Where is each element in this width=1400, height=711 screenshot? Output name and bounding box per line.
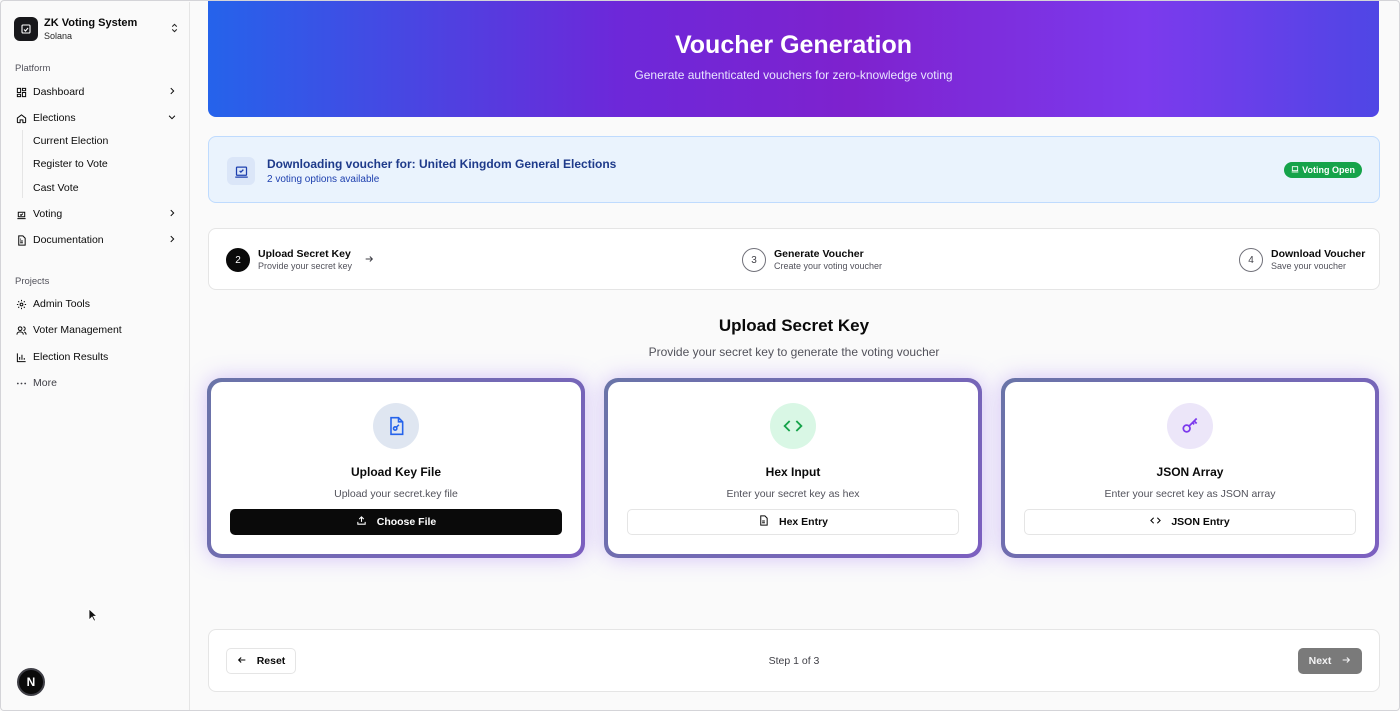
step-generate-voucher: 3 Generate Voucher Create your voting vo… bbox=[742, 248, 882, 272]
option-subtitle: Enter your secret key as hex bbox=[726, 488, 860, 500]
hex-entry-button[interactable]: Hex Entry bbox=[627, 509, 959, 535]
sidebar-item-label: Election Results bbox=[33, 351, 109, 363]
file-key-icon bbox=[373, 403, 419, 449]
page-title: Voucher Generation bbox=[674, 31, 913, 59]
document-icon bbox=[15, 234, 27, 246]
brand-subtitle: Solana bbox=[44, 30, 73, 41]
sidebar-item-documentation[interactable]: Documentation bbox=[15, 230, 179, 250]
sidebar-item-label: Voting bbox=[33, 208, 63, 220]
button-label: JSON Entry bbox=[1171, 516, 1230, 528]
button-label: Next bbox=[1308, 655, 1332, 667]
option-subtitle: Upload your secret.key file bbox=[334, 488, 458, 500]
step-number: 4 bbox=[1239, 248, 1263, 272]
step-title: Upload Secret Key bbox=[258, 248, 351, 260]
option-card-hex-input[interactable]: Hex Input Enter your secret key as hex H… bbox=[604, 378, 982, 558]
home-icon bbox=[15, 112, 27, 124]
upload-icon bbox=[356, 515, 367, 529]
vote-icon bbox=[15, 208, 27, 220]
arrow-right-icon bbox=[364, 251, 374, 269]
sidebar-item-voting[interactable]: Voting bbox=[15, 204, 179, 224]
key-icon bbox=[1167, 403, 1213, 449]
election-title: Downloading voucher for: United Kingdom … bbox=[267, 157, 617, 171]
brand-title: ZK Voting System bbox=[44, 16, 138, 29]
step-subtitle: Create your voting voucher bbox=[774, 261, 883, 271]
choose-file-button[interactable]: Choose File bbox=[230, 509, 562, 535]
brand-switcher[interactable]: ZK Voting System Solana bbox=[14, 15, 182, 43]
ballot-box-icon bbox=[14, 17, 38, 41]
bar-chart-icon bbox=[15, 351, 27, 363]
status-badge-label: Voting Open bbox=[1302, 165, 1355, 175]
election-info-card: Downloading voucher for: United Kingdom … bbox=[208, 136, 1380, 203]
dashboard-icon bbox=[15, 86, 27, 98]
vote-icon bbox=[1291, 165, 1299, 175]
sidebar-item-label: Dashboard bbox=[33, 86, 85, 98]
hero-banner: Voucher Generation Generate authenticate… bbox=[208, 1, 1379, 117]
sidebar-item-label: More bbox=[33, 377, 57, 389]
sidebar-item-admin-tools[interactable]: Admin Tools bbox=[15, 294, 179, 314]
page-subtitle: Generate authenticated vouchers for zero… bbox=[634, 68, 953, 82]
sidebar: ZK Voting System Solana Platform Dashboa… bbox=[2, 2, 190, 710]
option-card-upload-key-file[interactable]: Upload Key File Upload your secret.key f… bbox=[207, 378, 585, 558]
sidebar-item-elections[interactable]: Elections bbox=[15, 108, 179, 128]
chevron-down-icon bbox=[167, 112, 177, 125]
sidebar-item-label: Voter Management bbox=[33, 324, 122, 336]
sidebar-item-dashboard[interactable]: Dashboard bbox=[15, 82, 179, 102]
chevron-right-icon bbox=[167, 234, 177, 247]
step-number: 3 bbox=[742, 248, 766, 272]
file-text-icon bbox=[758, 515, 769, 529]
arrow-right-icon bbox=[1341, 655, 1351, 668]
users-icon bbox=[15, 324, 27, 336]
step-counter: Step 1 of 3 bbox=[768, 655, 820, 667]
submenu-divider bbox=[22, 130, 23, 198]
step-title: Generate Voucher bbox=[774, 248, 864, 260]
projects-group-label: Projects bbox=[15, 276, 50, 287]
sidebar-item-label: Admin Tools bbox=[33, 298, 91, 310]
option-title: JSON Array bbox=[1156, 465, 1224, 479]
option-title: Upload Key File bbox=[350, 465, 442, 479]
button-label: Choose File bbox=[376, 516, 437, 528]
code-icon bbox=[1150, 515, 1162, 529]
chevrons-up-down-icon bbox=[169, 21, 180, 40]
platform-group-label: Platform bbox=[15, 63, 51, 74]
json-entry-button[interactable]: JSON Entry bbox=[1024, 509, 1356, 535]
section-title: Upload Secret Key bbox=[718, 316, 870, 335]
step-download-voucher: 4 Download Voucher Save your voucher bbox=[1239, 248, 1365, 272]
option-subtitle: Enter your secret key as JSON array bbox=[1104, 488, 1276, 500]
chevron-right-icon bbox=[167, 86, 177, 99]
status-badge: Voting Open bbox=[1284, 162, 1362, 178]
sidebar-subitem-cast-vote[interactable]: Cast Vote bbox=[33, 182, 79, 194]
sidebar-item-more[interactable]: More bbox=[15, 373, 179, 393]
option-title: Hex Input bbox=[765, 465, 821, 479]
chevron-right-icon bbox=[167, 208, 177, 221]
voting-options-count: 2 voting options available bbox=[267, 174, 380, 185]
code-icon bbox=[770, 403, 816, 449]
wizard-footer: Reset Step 1 of 3 Next bbox=[208, 629, 1380, 692]
ballot-box-icon bbox=[227, 157, 255, 185]
step-number: 2 bbox=[226, 248, 250, 272]
sidebar-item-voter-management[interactable]: Voter Management bbox=[15, 320, 179, 340]
step-title: Download Voucher bbox=[1271, 248, 1366, 260]
sidebar-item-label: Documentation bbox=[33, 234, 104, 246]
more-horizontal-icon bbox=[15, 377, 27, 389]
sidebar-item-label: Elections bbox=[33, 112, 76, 124]
gear-icon bbox=[15, 298, 27, 310]
next-button[interactable]: Next bbox=[1298, 648, 1362, 674]
sidebar-subitem-current-election[interactable]: Current Election bbox=[33, 135, 108, 147]
sidebar-subitem-register-to-vote[interactable]: Register to Vote bbox=[33, 158, 108, 170]
option-card-json-array[interactable]: JSON Array Enter your secret key as JSON… bbox=[1001, 378, 1379, 558]
step-upload-secret-key: 2 Upload Secret Key Provide your secret … bbox=[226, 248, 374, 272]
app-window: ZK Voting System Solana Platform Dashboa… bbox=[0, 0, 1400, 711]
progress-stepper: 2 Upload Secret Key Provide your secret … bbox=[208, 228, 1380, 290]
button-label: Hex Entry bbox=[778, 516, 829, 528]
step-subtitle: Provide your secret key bbox=[258, 261, 353, 271]
sidebar-item-election-results[interactable]: Election Results bbox=[15, 347, 179, 367]
section-subtitle: Provide your secret key to generate the … bbox=[648, 345, 940, 359]
step-subtitle: Save your voucher bbox=[1271, 261, 1347, 271]
dev-tools-badge[interactable]: N bbox=[17, 668, 45, 696]
mouse-cursor-icon bbox=[88, 608, 99, 627]
